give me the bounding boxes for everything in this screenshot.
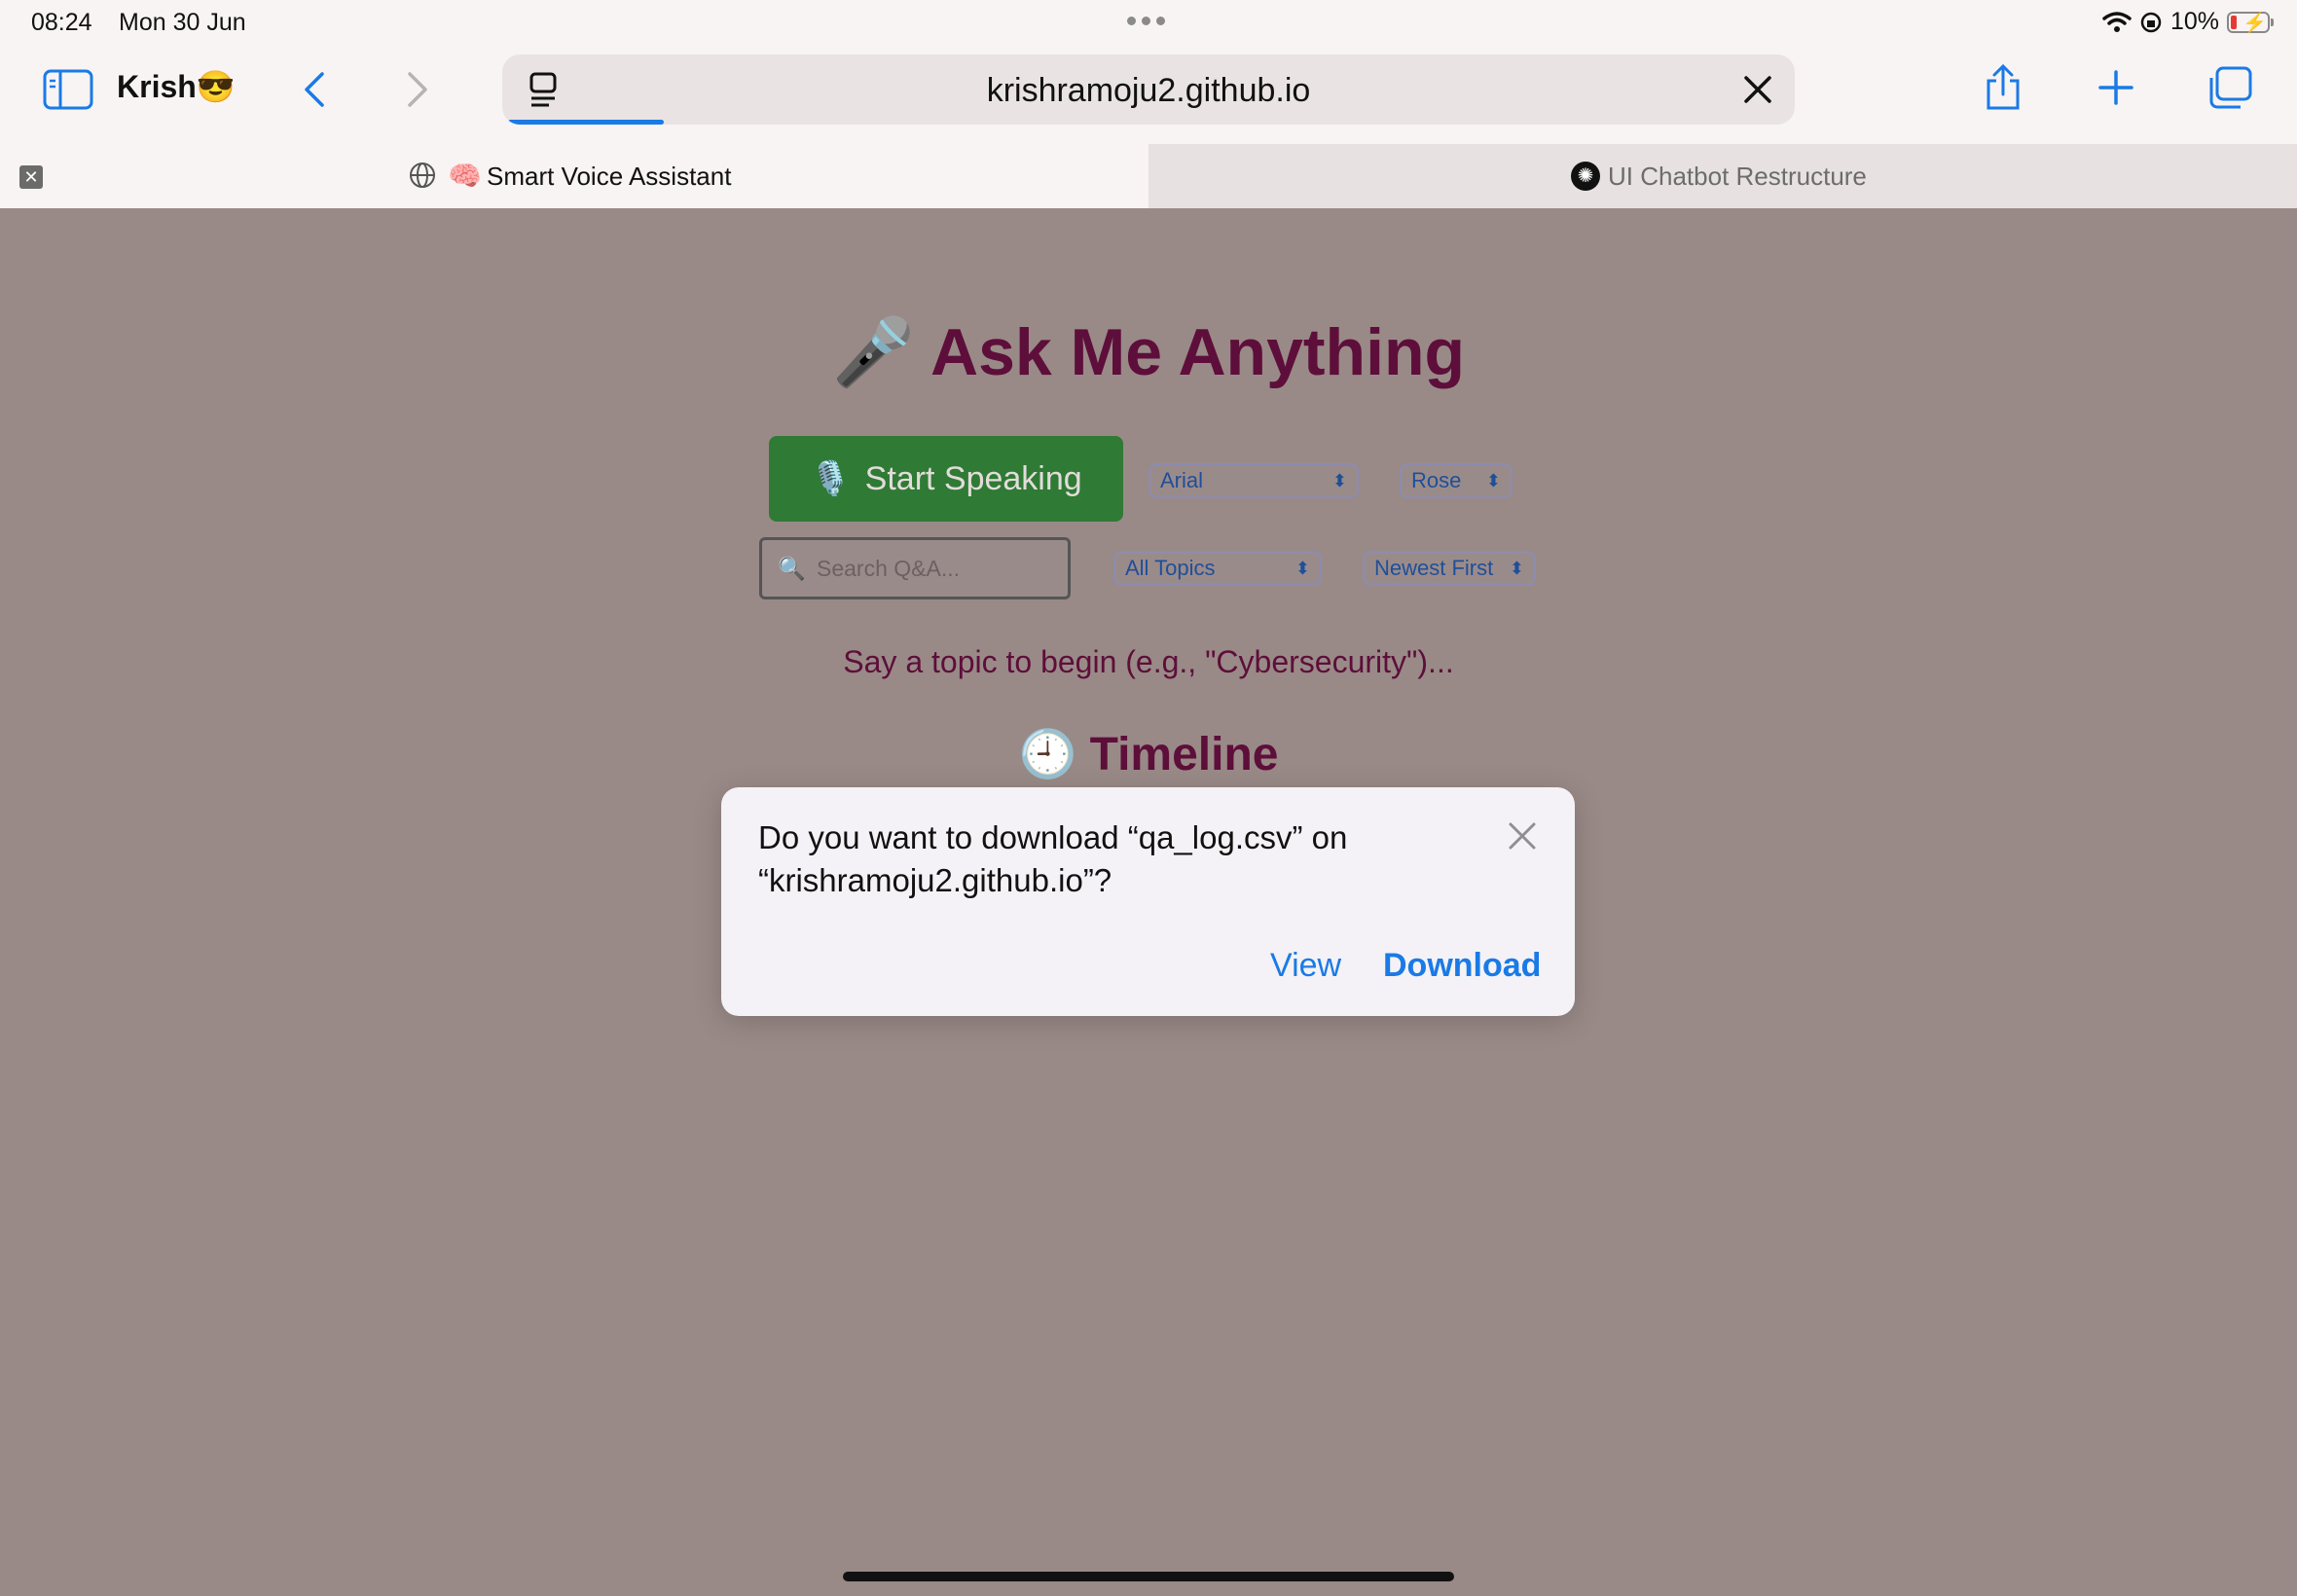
- address-bar[interactable]: krishramoju2.github.io: [502, 54, 1795, 125]
- brain-icon: 🧠: [448, 161, 482, 191]
- download-dialog: Do you want to download “qa_log.csv” on …: [721, 787, 1575, 1016]
- forward-icon[interactable]: [401, 68, 434, 111]
- tab-overview-icon[interactable]: [2206, 64, 2254, 111]
- search-icon: 🔍: [778, 556, 806, 581]
- search-input[interactable]: 🔍 Search Q&A...: [759, 537, 1071, 599]
- tab-title: UI Chatbot Restructure: [1608, 162, 1867, 191]
- back-icon[interactable]: [298, 68, 331, 111]
- sort-select[interactable]: Newest First ⬍: [1363, 551, 1536, 586]
- multitasking-dots-icon[interactable]: [1127, 17, 1165, 25]
- sort-select-value: Newest First: [1374, 556, 1494, 580]
- battery-percent: 10%: [2169, 8, 2219, 35]
- status-prompt: Say a topic to begin (e.g., "Cybersecuri…: [843, 644, 1454, 679]
- status-date: Mon 30 Jun: [119, 9, 246, 36]
- url-text[interactable]: krishramoju2.github.io: [502, 72, 1795, 110]
- page-load-progress: [508, 120, 664, 125]
- wifi-icon: [2102, 11, 2132, 32]
- download-button[interactable]: Download: [1383, 947, 1541, 985]
- tab-strip: ✕ 🧠 Smart Voice Assistant ✺ UI Chatbot R…: [0, 144, 2297, 208]
- status-time: 08:24: [31, 9, 92, 36]
- openai-icon: ✺: [1571, 162, 1600, 191]
- theme-select-value: Rose: [1411, 468, 1462, 492]
- tab-title: Smart Voice Assistant: [487, 162, 732, 191]
- view-button[interactable]: View: [1270, 947, 1341, 985]
- font-select[interactable]: Arial ⬍: [1148, 463, 1359, 498]
- topic-select-value: All Topics: [1125, 556, 1216, 580]
- microphone-icon: 🎙️: [810, 460, 852, 497]
- clear-url-icon[interactable]: [1742, 74, 1773, 110]
- home-indicator[interactable]: [843, 1572, 1454, 1581]
- topic-select[interactable]: All Topics ⬍: [1113, 551, 1322, 586]
- search-placeholder: Search Q&A...: [817, 556, 961, 581]
- select-chevron-icon: ⬍: [1331, 471, 1347, 490]
- close-tab-icon[interactable]: ✕: [19, 165, 43, 189]
- download-message: Do you want to download “qa_log.csv” on …: [758, 819, 1348, 898]
- timeline-heading: 🕘 Timeline: [1018, 729, 1279, 780]
- tab-smart-voice-assistant[interactable]: ✕ 🧠 Smart Voice Assistant: [0, 144, 1148, 208]
- theme-select[interactable]: Rose ⬍: [1400, 463, 1513, 498]
- battery-icon: ⚡: [2227, 11, 2274, 34]
- status-indicators: 10% ⚡: [2102, 8, 2274, 36]
- select-chevron-icon: ⬍: [1294, 559, 1310, 578]
- orientation-lock-icon: [2140, 12, 2162, 32]
- globe-icon: [410, 163, 435, 188]
- page-title: 🎤 Ask Me Anything: [831, 315, 1466, 389]
- share-icon[interactable]: [1982, 62, 2024, 113]
- start-speaking-button[interactable]: 🎙️ Start Speaking: [769, 436, 1123, 522]
- sidebar-toggle-icon[interactable]: [43, 68, 93, 111]
- select-chevron-icon: ⬍: [1509, 559, 1524, 578]
- browser-toolbar: Krish😎 krishramoju2.github.io: [0, 47, 2297, 144]
- status-bar: 08:24 Mon 30 Jun 10% ⚡: [0, 0, 2297, 47]
- font-select-value: Arial: [1160, 468, 1204, 492]
- profile-name[interactable]: Krish😎: [117, 68, 236, 105]
- new-tab-icon[interactable]: [2096, 68, 2135, 107]
- start-speaking-label: Start Speaking: [864, 459, 1082, 497]
- close-icon[interactable]: [1507, 820, 1538, 852]
- select-chevron-icon: ⬍: [1485, 471, 1501, 490]
